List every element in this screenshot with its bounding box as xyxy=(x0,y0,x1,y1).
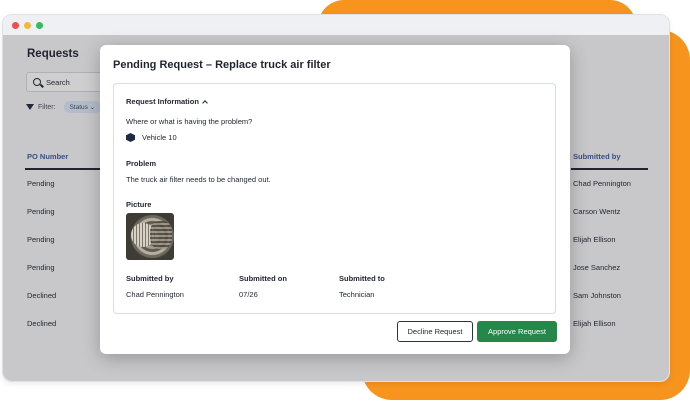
request-information-toggle[interactable]: Request Information xyxy=(126,97,208,106)
submitted-to-value: Technician xyxy=(339,290,375,299)
submitted-on-value: 07/26 xyxy=(239,290,258,299)
close-window-button[interactable] xyxy=(12,22,19,29)
approve-request-button[interactable]: Approve Request xyxy=(477,321,557,342)
request-information-card: Request Information Where or what is hav… xyxy=(113,83,556,314)
submitted-by-label: Submitted by xyxy=(126,274,174,283)
vehicle-value: Vehicle 10 xyxy=(126,133,177,142)
chevron-up-icon xyxy=(202,99,208,106)
submitted-by-value: Chad Pennington xyxy=(126,290,184,299)
maximize-window-button[interactable] xyxy=(36,22,43,29)
picture-label: Picture xyxy=(126,200,152,209)
vehicle-label: Vehicle 10 xyxy=(142,133,177,142)
vehicle-box-icon xyxy=(126,133,135,142)
submitted-to-label: Submitted to xyxy=(339,274,385,283)
minimize-window-button[interactable] xyxy=(24,22,31,29)
problem-text: The truck air filter needs to be changed… xyxy=(126,175,271,184)
photo-detail xyxy=(150,221,172,249)
problem-label: Problem xyxy=(126,159,157,168)
pending-request-modal: Pending Request – Replace truck air filt… xyxy=(100,45,570,354)
window-titlebar xyxy=(3,15,669,35)
modal-title: Pending Request – Replace truck air filt… xyxy=(113,59,331,71)
section-title: Request Information xyxy=(126,97,199,106)
air-filter-photo[interactable] xyxy=(126,213,174,260)
decline-request-button[interactable]: Decline Request xyxy=(397,321,473,342)
submitted-on-label: Submitted on xyxy=(239,274,287,283)
location-question: Where or what is having the problem? xyxy=(126,117,253,126)
